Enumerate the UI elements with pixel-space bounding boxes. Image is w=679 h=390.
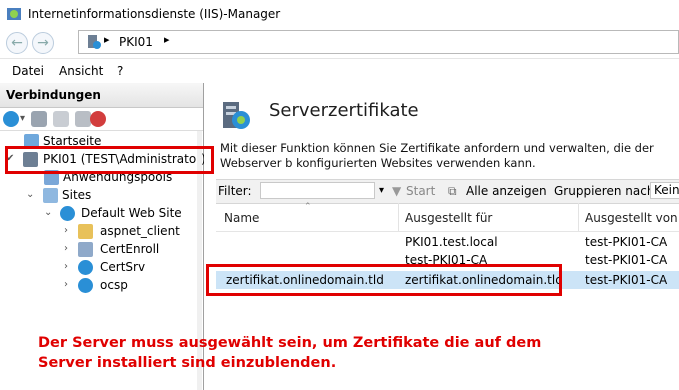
address-item[interactable]: PKI01 xyxy=(119,35,153,49)
back-button[interactable]: ← xyxy=(6,32,28,54)
expand-ocsp-icon[interactable]: › xyxy=(64,279,68,290)
address-box[interactable]: ▸ PKI01 ▸ xyxy=(78,30,679,54)
connect-dropdown-icon[interactable]: ▾ xyxy=(20,113,25,124)
connections-header: Verbindungen xyxy=(0,83,203,108)
cell-issued-by: test-PKI01-CA xyxy=(585,235,668,249)
start-filter-button[interactable]: Start xyxy=(406,184,435,198)
filter-bar: Filter: ▾ ▼ Start ⧉ Alle anzeigen Gruppi… xyxy=(216,179,679,204)
menu-help[interactable]: ? xyxy=(117,64,123,78)
window-title: Internetinformationsdienste (IIS)-Manage… xyxy=(28,7,281,21)
save-icon[interactable] xyxy=(31,111,47,127)
tree-label-ocsp: ocsp xyxy=(100,278,128,292)
column-name[interactable]: Name xyxy=(224,211,259,225)
filter-label: Filter: xyxy=(218,184,252,198)
tree-label-certenroll: CertEnroll xyxy=(100,242,160,256)
cell-issued-by: test-PKI01-CA xyxy=(585,253,668,267)
annotation-certificate-highlight xyxy=(206,264,562,296)
annotation-server-highlight xyxy=(5,146,214,174)
tree-label-default-site: Default Web Site xyxy=(81,206,182,220)
address-chevron-icon[interactable]: ▸ xyxy=(164,33,170,46)
expand-sites-icon[interactable]: ⌄ xyxy=(26,189,34,200)
disconnect-icon[interactable] xyxy=(75,111,91,127)
expand-default-site-icon[interactable]: ⌄ xyxy=(44,207,52,218)
connections-title: Verbindungen xyxy=(6,88,101,102)
application-icon xyxy=(78,278,93,293)
application-icon xyxy=(78,260,93,275)
table-row[interactable]: PKI01.test.local test-PKI01-CA xyxy=(216,233,679,251)
tree-label-sites: Sites xyxy=(62,188,92,202)
column-separator[interactable] xyxy=(398,203,399,231)
menu-ansicht[interactable]: Ansicht xyxy=(59,64,103,78)
page-description: Mit dieser Funktion können Sie Zertifika… xyxy=(220,141,654,170)
up-icon[interactable] xyxy=(53,111,69,127)
connect-icon[interactable] xyxy=(3,111,19,127)
cell-issued-by: test-PKI01-CA xyxy=(585,273,668,287)
column-issued-by[interactable]: Ausgestellt von xyxy=(585,211,678,225)
expand-certsrv-icon[interactable]: › xyxy=(64,261,68,272)
table-header-divider xyxy=(216,231,679,232)
address-bar: ← → ▸ PKI01 ▸ xyxy=(0,28,679,58)
column-separator[interactable] xyxy=(578,203,579,231)
column-issued-to[interactable]: Ausgestellt für xyxy=(405,211,492,225)
filter-input[interactable] xyxy=(260,182,375,199)
title-bar: Internetinformationsdienste (IIS)-Manage… xyxy=(0,0,679,28)
menu-bar: Datei Ansicht ? xyxy=(0,58,679,84)
remove-connection-icon[interactable] xyxy=(90,111,106,127)
address-separator-icon: ▸ xyxy=(104,33,110,46)
iis-app-icon xyxy=(7,8,21,20)
expand-aspnet-client-icon[interactable]: › xyxy=(64,225,68,236)
show-all-button[interactable]: Alle anzeigen xyxy=(466,184,547,198)
filter-dropdown-icon[interactable]: ▾ xyxy=(379,185,384,196)
group-by-select[interactable]: Keine xyxy=(650,182,679,199)
sort-indicator-icon: ⌃ xyxy=(304,202,312,212)
forward-button[interactable]: → xyxy=(32,32,54,54)
connections-toolbar: ▾ xyxy=(0,108,203,131)
server-icon xyxy=(88,35,101,49)
expand-certenroll-icon[interactable]: › xyxy=(64,243,68,254)
annotation-caption: Der Server muss ausgewählt sein, um Zert… xyxy=(38,335,542,371)
certificate-server-icon xyxy=(223,102,250,129)
folder-icon xyxy=(78,224,93,239)
show-all-icon[interactable]: ⧉ xyxy=(448,184,457,199)
cell-issued-to: PKI01.test.local xyxy=(405,235,498,249)
globe-icon xyxy=(60,206,75,221)
group-by-label: Gruppieren nach: xyxy=(554,184,659,198)
menu-datei[interactable]: Datei xyxy=(12,64,44,78)
virtual-directory-icon xyxy=(78,242,93,257)
tree-label-certsrv: CertSrv xyxy=(100,260,146,274)
sites-icon xyxy=(43,188,58,203)
page-title: Serverzertifikate xyxy=(269,100,419,121)
tree-label-aspnet-client: aspnet_client xyxy=(100,224,180,238)
start-filter-icon[interactable]: ▼ xyxy=(392,184,401,198)
